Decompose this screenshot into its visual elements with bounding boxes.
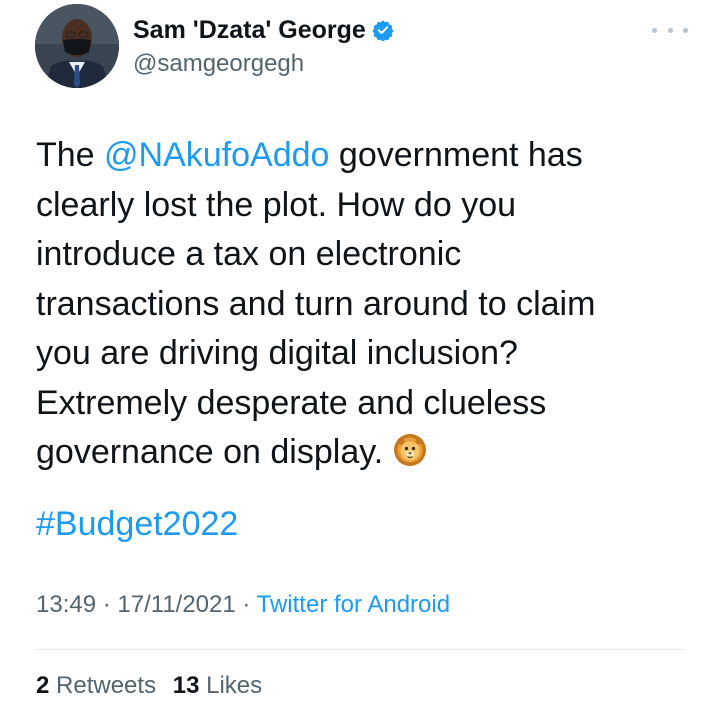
meta-separator: · [96, 591, 118, 618]
tweet-date[interactable]: 17/11/2021 [117, 591, 235, 618]
tweet-line: clearly lost the plot. How do you [36, 185, 517, 224]
avatar[interactable] [35, 4, 119, 88]
retweets-label: Retweets [56, 672, 157, 699]
tweet-time[interactable]: 13:49 [36, 591, 96, 618]
retweets-stat[interactable]: 2 Retweets [36, 672, 156, 699]
mention-link[interactable]: @NAkufoAddo [104, 136, 329, 174]
dot-icon [652, 27, 657, 33]
meta-separator: · [235, 591, 257, 618]
tweet-line: governance on display. [36, 428, 696, 478]
display-name[interactable]: Sam 'Dzata' George [133, 16, 366, 45]
tweet-text-segment: The [36, 136, 105, 174]
tweet-stats: 2 Retweets 13 Likes [36, 672, 272, 700]
profile-photo [35, 4, 119, 88]
divider [36, 649, 684, 650]
likes-count: 13 [172, 672, 200, 699]
tweet-text-segment: governance on display. [36, 433, 384, 471]
dot-icon [667, 27, 673, 33]
tweet-line: introduce a tax on electronic [36, 235, 462, 273]
verified-badge-icon [372, 19, 394, 42]
more-options-icon[interactable] [652, 20, 688, 40]
tweet-line: you are driving digital inclusion? [36, 334, 518, 372]
hashtag-line: #Budget2022 [36, 500, 238, 549]
lion-face-emoji [393, 432, 427, 466]
tweet-text: The @NAkufoAddo government has clearly l… [36, 131, 696, 478]
name-row: Sam 'Dzata' George [133, 14, 394, 46]
tweet-line: transactions and turn around to claim [36, 284, 596, 323]
tweet-card: Sam 'Dzata' George @samgeorgegh The @NAk… [0, 0, 720, 722]
likes-label: Likes [206, 672, 263, 699]
dot-icon [683, 27, 688, 33]
retweets-count: 2 [36, 672, 50, 699]
tweet-meta: 13:49 · 17/11/2021 · Twitter for Android [36, 591, 450, 619]
hashtag-link[interactable]: #Budget2022 [36, 505, 238, 543]
user-handle[interactable]: @samgeorgegh [133, 50, 304, 78]
tweet-line: The @NAkufoAddo government has [36, 131, 696, 181]
likes-stat[interactable]: 13 Likes [173, 672, 262, 699]
source-link[interactable]: Twitter for Android [257, 591, 450, 618]
tweet-text-segment: government has [329, 136, 583, 174]
tweet-line: Extremely desperate and clueless [36, 383, 547, 422]
